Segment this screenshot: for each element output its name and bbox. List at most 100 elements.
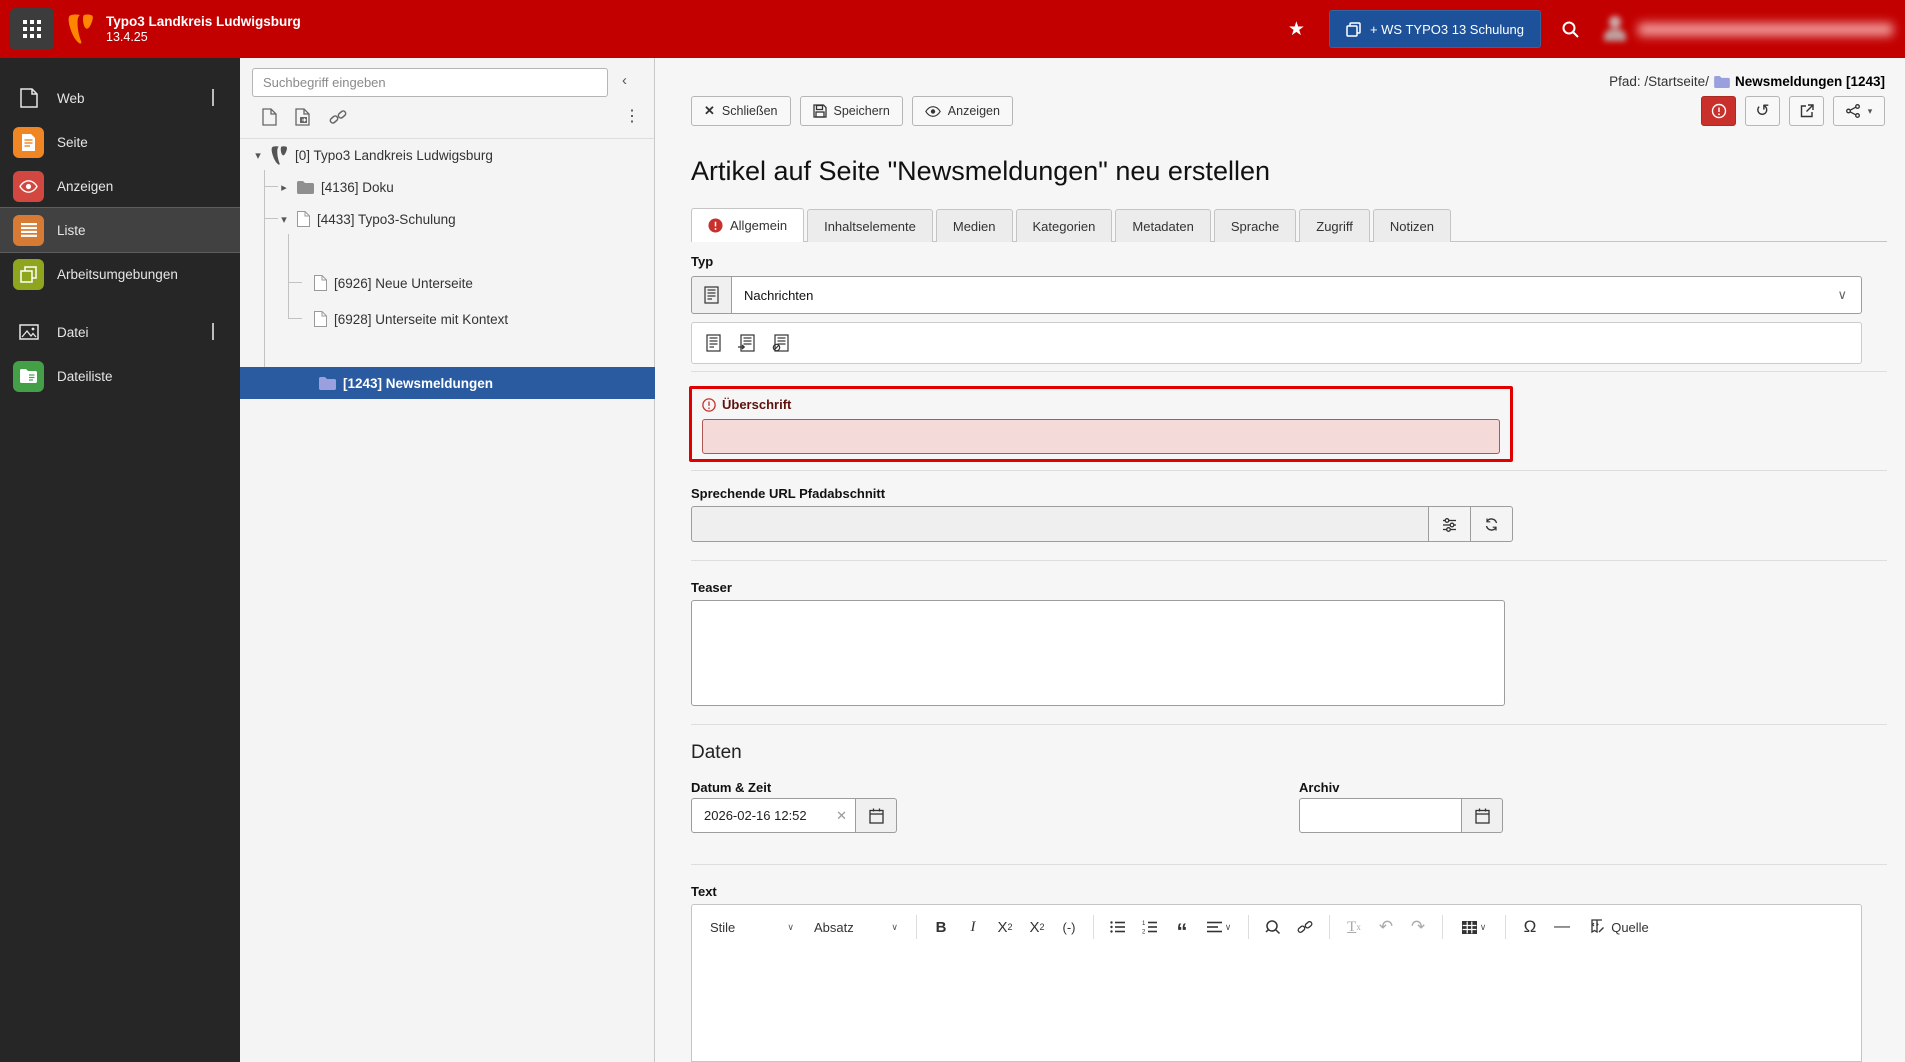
tree-kebab-menu-icon[interactable]: ⋮ — [624, 106, 640, 126]
tab-inhaltselemente[interactable]: Inhaltselemente — [807, 209, 933, 242]
numbered-list-icon[interactable]: 12 — [1136, 912, 1164, 942]
tab-label: Allgemein — [730, 218, 788, 233]
sidebar-item-seite[interactable]: Seite — [0, 120, 240, 164]
datetime-input[interactable]: 2026-02-16 12:52 ✕ — [691, 798, 856, 833]
ueberschrift-input[interactable] — [702, 419, 1500, 454]
tree-node-neue-unterseite[interactable]: [6926] Neue Unterseite — [314, 268, 473, 298]
new-page-button[interactable] — [260, 106, 279, 128]
tab-label: Notizen — [1389, 218, 1434, 234]
site-name: Typo3 Landkreis Ludwigsburg — [106, 13, 301, 29]
page-tree-panel: ‹ ⋮ ▾ — [240, 58, 655, 1062]
new-page-drag-button[interactable] — [293, 106, 313, 128]
blockquote-icon[interactable]: “ — [1168, 912, 1196, 944]
news-article-type-icon[interactable] — [704, 332, 723, 354]
text-align-icon[interactable]: ∨ — [1200, 912, 1238, 942]
tree-node-unterseite-mit-kontext[interactable]: [6928] Unterseite mit Kontext — [314, 304, 508, 334]
typ-select[interactable]: Nachrichten ∨ — [731, 276, 1862, 314]
history-icon: ↺ — [1755, 101, 1770, 120]
divider — [691, 724, 1887, 725]
tree-node-root[interactable]: ▾ [0] Typo3 Landkreis Ludwigsburg — [252, 140, 493, 170]
sidebar-item-label: Seite — [57, 134, 88, 150]
filelist-module-icon — [13, 360, 44, 392]
chevron-down-icon[interactable]: ▾ — [278, 213, 290, 226]
tab-allgemein[interactable]: Allgemein — [691, 208, 805, 242]
tab-metadaten[interactable]: Metadaten — [1115, 209, 1211, 242]
sidebar-item-liste[interactable]: Liste — [0, 207, 241, 253]
superscript-icon[interactable]: X2 — [1023, 912, 1051, 942]
tree-node-typo3-schulung[interactable]: ▾ [4433] Typo3-Schulung — [278, 204, 456, 234]
tab-notizen[interactable]: Notizen — [1372, 209, 1451, 242]
collapse-tree-icon[interactable]: ‹ — [622, 72, 627, 89]
sidebar-item-arbeitsumgebungen[interactable]: Arbeitsumgebungen — [0, 252, 240, 296]
rte-editing-area[interactable] — [691, 949, 1862, 1062]
tab-sprache[interactable]: Sprache — [1213, 209, 1297, 242]
content-area: Pfad: /Startseite/ Newsmeldungen [1243] … — [656, 58, 1905, 1062]
slug-toggle-edit-button[interactable] — [1429, 506, 1471, 542]
horizontal-line-icon[interactable]: — — [1548, 912, 1576, 942]
breadcrumb-path[interactable]: Pfad: /Startseite/ — [1609, 74, 1709, 89]
tree-search-input[interactable] — [252, 68, 608, 97]
bookmark-star-icon[interactable]: ★ — [1288, 18, 1305, 41]
save-button[interactable]: Speichern — [799, 96, 903, 126]
tab-zugriff[interactable]: Zugriff — [1299, 209, 1370, 242]
workspace-switch-button[interactable]: + WS TYPO3 13 Schulung — [1328, 10, 1541, 48]
divider — [691, 470, 1887, 471]
divider — [240, 138, 654, 139]
breadcrumb-current[interactable]: Newsmeldungen [1243] — [1735, 74, 1885, 89]
datetime-value: 2026-02-16 12:52 — [704, 808, 807, 823]
news-external-url-type-icon[interactable] — [770, 332, 791, 354]
tree-node-doku[interactable]: ▸ [4136] Doku — [278, 172, 394, 202]
username-redacted[interactable] — [1638, 22, 1893, 36]
module-group-web[interactable]: Web — [0, 76, 240, 120]
page-icon — [314, 275, 327, 291]
special-character-icon[interactable]: Ω — [1516, 912, 1544, 942]
bulleted-list-icon[interactable] — [1104, 912, 1132, 942]
find-replace-icon[interactable] — [1259, 912, 1287, 942]
chevron-down-icon[interactable]: ▾ — [252, 149, 264, 162]
link-icon[interactable] — [327, 106, 349, 128]
user-avatar[interactable] — [1602, 14, 1628, 44]
tab-medien[interactable]: Medien — [935, 209, 1013, 242]
sidebar-item-anzeigen[interactable]: Anzeigen — [0, 164, 240, 208]
error-indicator-button[interactable] — [1701, 96, 1736, 126]
open-in-new-window-button[interactable] — [1789, 96, 1824, 126]
sidebar-item-label: Liste — [57, 222, 86, 238]
bold-icon[interactable]: B — [927, 912, 955, 942]
close-button[interactable]: ✕ Schließen — [691, 96, 791, 126]
calendar-button[interactable] — [1462, 798, 1503, 833]
tab-kategorien[interactable]: Kategorien — [1015, 209, 1113, 242]
link-icon[interactable] — [1291, 912, 1319, 942]
archiv-input[interactable] — [1299, 798, 1462, 833]
rte-paragraph-dropdown[interactable]: Absatz ∨ — [806, 914, 906, 941]
eye-icon — [924, 105, 941, 117]
calendar-button[interactable] — [856, 798, 897, 833]
redo-icon[interactable]: ↷ — [1404, 912, 1432, 942]
tree-node-newsmeldungen-selected[interactable]: [1243] Newsmeldungen — [240, 367, 655, 399]
svg-text:2: 2 — [1142, 930, 1146, 935]
tab-label: Metadaten — [1132, 218, 1194, 234]
remove-format-icon[interactable]: Tx — [1340, 912, 1368, 942]
alert-circle-icon — [1711, 103, 1727, 119]
soft-hyphen-icon[interactable]: (-) — [1055, 912, 1083, 942]
search-icon[interactable] — [1561, 20, 1580, 39]
insert-table-icon[interactable]: ∨ — [1453, 912, 1495, 942]
subscript-icon[interactable]: X2 — [991, 912, 1019, 942]
rte-styles-dropdown[interactable]: Stile ∨ — [702, 914, 802, 941]
news-internal-page-type-icon[interactable] — [736, 332, 757, 354]
slug-recalculate-button[interactable] — [1471, 506, 1513, 542]
teaser-textarea[interactable] — [691, 600, 1505, 706]
italic-icon[interactable]: I — [959, 912, 987, 942]
view-button[interactable]: Anzeigen — [911, 96, 1013, 126]
module-grid-button[interactable] — [10, 8, 54, 50]
chevron-right-icon[interactable]: ▸ — [278, 181, 290, 194]
module-group-datei[interactable]: Datei — [0, 310, 240, 354]
slug-input[interactable] — [691, 506, 1429, 542]
web-group-icon — [13, 88, 44, 108]
history-button[interactable]: ↺ — [1745, 96, 1780, 126]
undo-icon[interactable]: ↶ — [1372, 912, 1400, 942]
clear-icon[interactable]: ✕ — [836, 808, 847, 824]
news-type-wizard — [691, 322, 1862, 364]
sidebar-item-dateiliste[interactable]: Dateiliste — [0, 354, 240, 398]
source-view-button[interactable]: Quelle — [1580, 912, 1658, 942]
share-menu-button[interactable]: ▾ — [1833, 96, 1885, 126]
